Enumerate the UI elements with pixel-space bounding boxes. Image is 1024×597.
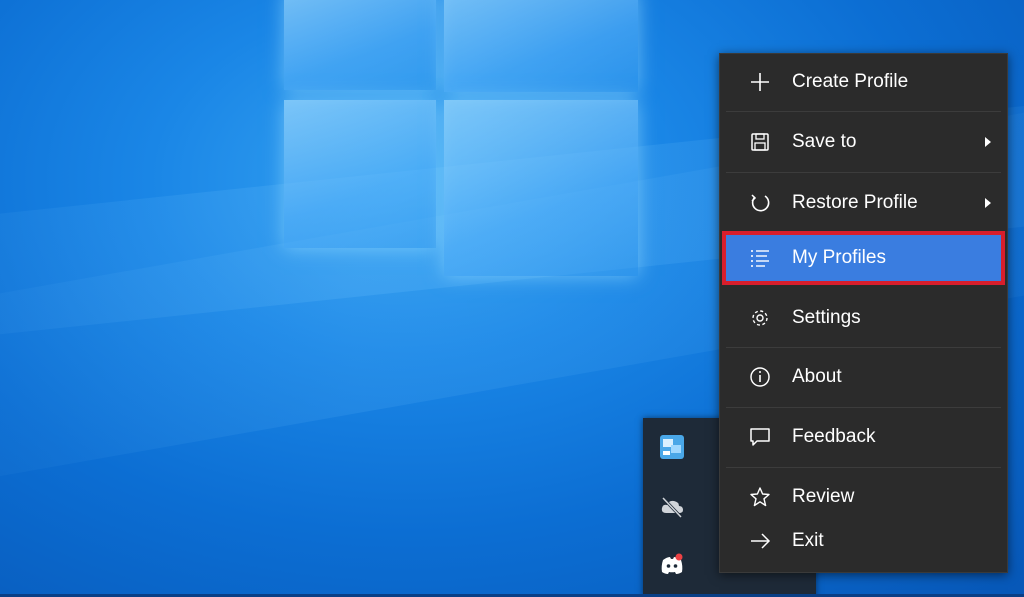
windows-logo-pane bbox=[284, 100, 436, 248]
info-icon bbox=[748, 365, 772, 389]
menu-separator bbox=[726, 467, 1001, 468]
speech-bubble-icon bbox=[748, 425, 772, 449]
menu-item-my-profiles[interactable]: My Profiles bbox=[722, 231, 1005, 285]
menu-item-create-profile[interactable]: Create Profile bbox=[726, 54, 1001, 110]
menu-separator bbox=[726, 407, 1001, 408]
gear-icon bbox=[748, 306, 772, 330]
menu-separator bbox=[726, 172, 1001, 173]
menu-item-label: My Profiles bbox=[792, 247, 886, 268]
menu-item-about[interactable]: About bbox=[726, 349, 1001, 405]
menu-item-label: Feedback bbox=[792, 426, 876, 447]
menu-item-exit[interactable]: Exit bbox=[726, 514, 1001, 568]
menu-item-label: Create Profile bbox=[792, 71, 909, 92]
menu-item-save-to[interactable]: Save to bbox=[726, 114, 1001, 170]
windows-logo-pane bbox=[444, 0, 638, 92]
menu-separator bbox=[726, 111, 1001, 112]
desktop-background: Create Profile Save to Restore Profile M… bbox=[0, 0, 1024, 597]
menu-separator bbox=[726, 347, 1001, 348]
windows-logo-pane bbox=[444, 100, 638, 276]
menu-item-label: Restore Profile bbox=[792, 192, 918, 213]
menu-item-settings[interactable]: Settings bbox=[726, 290, 1001, 346]
windows-logo bbox=[282, 0, 642, 280]
menu-item-label: About bbox=[792, 366, 842, 387]
menu-item-restore-profile[interactable]: Restore Profile bbox=[726, 175, 1001, 231]
menu-item-label: Save to bbox=[792, 131, 857, 152]
menu-item-feedback[interactable]: Feedback bbox=[726, 409, 1001, 465]
cloud-offline-icon[interactable] bbox=[659, 494, 685, 520]
submenu-arrow-icon bbox=[985, 198, 991, 208]
plus-icon bbox=[748, 70, 772, 94]
floppy-disk-icon bbox=[748, 130, 772, 154]
arrow-right-icon bbox=[748, 529, 772, 553]
list-icon bbox=[748, 246, 772, 270]
windows-logo-pane bbox=[284, 0, 436, 90]
discord-icon[interactable] bbox=[659, 552, 685, 578]
menu-item-label: Exit bbox=[792, 530, 824, 551]
context-menu: Create Profile Save to Restore Profile M… bbox=[719, 53, 1008, 573]
app-icon[interactable] bbox=[659, 434, 685, 460]
submenu-arrow-icon bbox=[985, 137, 991, 147]
star-icon bbox=[748, 485, 772, 509]
menu-item-label: Settings bbox=[792, 307, 861, 328]
restore-icon bbox=[748, 191, 772, 215]
menu-item-label: Review bbox=[792, 486, 855, 507]
